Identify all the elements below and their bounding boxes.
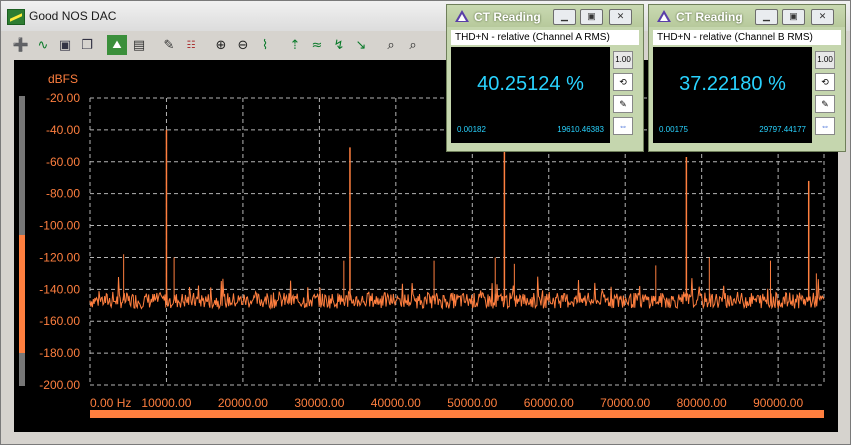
minimize-button[interactable]: ▁ xyxy=(755,9,778,25)
edit-icon[interactable]: ✎ xyxy=(159,35,179,55)
y-tick-label: -20.00 xyxy=(46,91,80,105)
x-tick-label: 0.00 Hz xyxy=(90,396,131,410)
ct-title-bar[interactable]: CT Reading ▁ ▣ ✕ xyxy=(649,5,845,27)
x-tick-label: 80000.00 xyxy=(677,396,727,410)
graph-settings-icon[interactable]: ▤ xyxy=(129,35,149,55)
close-button[interactable]: ✕ xyxy=(811,9,834,25)
toolbar-separator xyxy=(99,35,105,55)
find-icon[interactable]: ⌕ xyxy=(403,35,423,55)
zoom-in-icon[interactable]: ⊕ xyxy=(211,35,231,55)
y-tick-label: -60.00 xyxy=(46,155,80,169)
wave-icon[interactable]: ∿ xyxy=(33,35,53,55)
toolbar-separator xyxy=(203,35,209,55)
save-icon[interactable]: ▣ xyxy=(55,35,75,55)
swap-icon[interactable]: ⇔ xyxy=(613,117,633,135)
toolbar-separator xyxy=(373,35,379,55)
ct-subtitle: THD+N - relative (Channel A RMS) xyxy=(451,30,639,45)
x-tick-labels: 0.00 Hz 10000.00 20000.00 30000.00 40000.00 5… xyxy=(90,396,803,410)
minimize-button[interactable]: ▁ xyxy=(553,9,576,25)
ct-logo-icon xyxy=(455,10,469,22)
y-tick-label: -140.00 xyxy=(39,282,80,296)
edit-icon[interactable]: ✎ xyxy=(613,95,633,113)
ct-reading-window-a[interactable]: CT Reading ▁ ▣ ✕ THD+N - relative (Chann… xyxy=(446,4,644,152)
y-unit-label: dBFS xyxy=(48,72,78,86)
x-tick-label: 20000.00 xyxy=(218,396,268,410)
ct-reading-window-b[interactable]: CT Reading ▁ ▣ ✕ THD+N - relative (Chann… xyxy=(648,4,846,152)
x-tick-label: 60000.00 xyxy=(524,396,574,410)
x-tick-label: 40000.00 xyxy=(371,396,421,410)
range-button[interactable]: 1.00 xyxy=(613,51,633,69)
x-tick-label: 70000.00 xyxy=(600,396,650,410)
graph-green-icon[interactable]: ⛰ xyxy=(107,35,127,55)
y-tick-label: -80.00 xyxy=(46,187,80,201)
ct-min-value: 0.00182 xyxy=(457,125,486,134)
close-button[interactable]: ✕ xyxy=(609,9,632,25)
y-tick-label: -120.00 xyxy=(39,250,80,264)
y-tick-label: -40.00 xyxy=(46,123,80,137)
ct-value: 40.25124 % xyxy=(477,73,584,95)
app-icon xyxy=(7,9,25,25)
x-tick-label: 30000.00 xyxy=(294,396,344,410)
copy-icon[interactable]: ❐ xyxy=(77,35,97,55)
cursor-a-icon[interactable]: ⇡ xyxy=(285,35,305,55)
y-tick-labels: -20.00 -40.00 -60.00 -80.00 -100.00 -120.00 -1… xyxy=(39,91,80,392)
window-title: Good NOS DAC xyxy=(29,9,117,23)
table-icon[interactable]: ☷ xyxy=(181,35,201,55)
ct-max-value: 29797.44177 xyxy=(759,125,806,134)
ct-title-bar[interactable]: CT Reading ▁ ▣ ✕ xyxy=(447,5,643,27)
y-tick-label: -180.00 xyxy=(39,346,80,360)
find-peak-icon[interactable]: ⌕ xyxy=(381,35,401,55)
toolbar: ➕ ∿ ▣ ❐ ⛰ ▤ ✎ ☷ ⊕ ⊖ ⌇ ⇡ ≈ ↯ ↘ ⌕ ⌕ xyxy=(11,32,456,58)
ct-min-value: 0.00175 xyxy=(659,125,688,134)
toolbar-separator xyxy=(151,35,157,55)
reset-icon[interactable]: ⟲ xyxy=(815,73,835,91)
y-tick-label: -160.00 xyxy=(39,314,80,328)
range-button[interactable]: 1.00 xyxy=(815,51,835,69)
ct-max-value: 19610.46383 xyxy=(557,125,604,134)
cursor-b-icon[interactable]: ≈ xyxy=(307,35,327,55)
swap-icon[interactable]: ⇔ xyxy=(815,117,835,135)
y-tick-label: -200.00 xyxy=(39,378,80,392)
horizontal-scrollbar[interactable] xyxy=(90,410,824,418)
level-meter-fill xyxy=(19,235,25,353)
y-tick-label: -100.00 xyxy=(39,219,80,233)
add-line-icon[interactable]: ➕ xyxy=(11,35,31,55)
edit-icon[interactable]: ✎ xyxy=(815,95,835,113)
ct-value: 37.22180 % xyxy=(679,73,786,95)
reset-icon[interactable]: ⟲ xyxy=(613,73,633,91)
maximize-button[interactable]: ▣ xyxy=(782,9,805,25)
maximize-button[interactable]: ▣ xyxy=(580,9,603,25)
spectrum-trace xyxy=(89,276,825,311)
toolbar-separator xyxy=(277,35,283,55)
x-tick-label: 50000.00 xyxy=(447,396,497,410)
zoom-out-icon[interactable]: ⊖ xyxy=(233,35,253,55)
x-tick-label: 10000.00 xyxy=(141,396,191,410)
ct-title: CT Reading xyxy=(474,10,541,24)
ct-display: 37.22180 % 0.00175 29797.44177 xyxy=(653,47,812,143)
cursor-c-icon[interactable]: ↯ xyxy=(329,35,349,55)
ct-title: CT Reading xyxy=(676,10,743,24)
ct-logo-icon xyxy=(657,10,671,22)
ct-subtitle: THD+N - relative (Channel B RMS) xyxy=(653,30,841,45)
x-tick-label: 90000.00 xyxy=(753,396,803,410)
cursor-d-icon[interactable]: ↘ xyxy=(351,35,371,55)
ct-display: 40.25124 % 0.00182 19610.46383 xyxy=(451,47,610,143)
autoscale-icon[interactable]: ⌇ xyxy=(255,35,275,55)
